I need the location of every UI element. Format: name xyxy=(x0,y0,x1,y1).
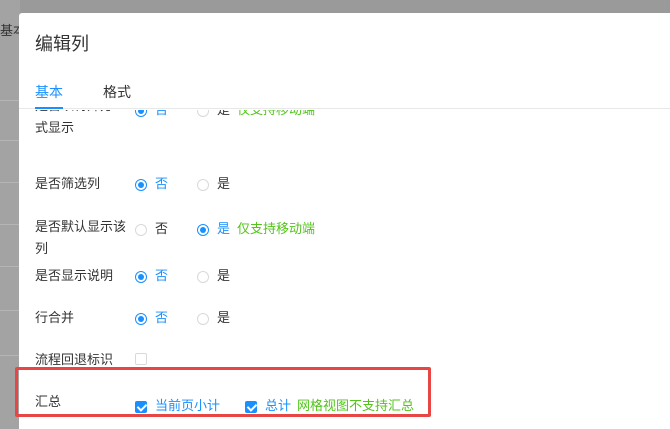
radio-option-yes[interactable]: 是 xyxy=(197,310,230,328)
form-row-mobile-display: 是否以特殊方 式显示 否 是 仅支持移动端 xyxy=(19,110,670,146)
radio-option-yes[interactable]: 是 xyxy=(197,268,230,286)
field-label: 是否筛选列 xyxy=(35,177,101,192)
checkbox[interactable] xyxy=(135,353,147,365)
mobile-only-hint: 仅支持移动端 xyxy=(237,222,316,237)
background-divider xyxy=(0,224,20,225)
background-strip xyxy=(0,0,20,429)
radio-option-no[interactable]: 否 xyxy=(135,110,168,120)
radio-button[interactable] xyxy=(197,179,209,191)
radio-button[interactable] xyxy=(135,313,147,325)
rollback-flag-checkbox[interactable] xyxy=(135,353,147,365)
active-tab-indicator xyxy=(35,107,63,109)
tab-basic[interactable]: 基本 xyxy=(35,82,63,102)
form-row-show-description: 是否显示说明 否 是 xyxy=(19,266,670,288)
radio-button[interactable] xyxy=(135,224,147,236)
field-label: 是否以特殊方 式显示 xyxy=(35,110,113,136)
radio-option-yes[interactable]: 是 xyxy=(197,176,230,194)
radio-button[interactable] xyxy=(197,110,209,117)
dialog-title: 编辑列 xyxy=(35,34,89,55)
tab-bar: 基本 格式 xyxy=(19,77,670,109)
radio-button[interactable] xyxy=(135,271,147,283)
field-label: 行合并 xyxy=(35,311,75,326)
background-divider xyxy=(0,182,20,183)
mobile-only-hint: 仅支持移动端 xyxy=(237,110,316,118)
radio-button[interactable] xyxy=(197,224,209,236)
background-divider xyxy=(0,310,20,311)
form-row-filter: 是否筛选列 否 是 xyxy=(19,174,670,196)
radio-option-no[interactable]: 否 xyxy=(135,268,168,286)
radio-option-yes[interactable]: 是 xyxy=(197,221,230,239)
field-label: 是否显示说明 xyxy=(35,269,114,284)
radio-button[interactable] xyxy=(197,313,209,325)
radio-button[interactable] xyxy=(135,179,147,191)
background-divider xyxy=(0,140,20,141)
radio-option-yes[interactable]: 是 xyxy=(197,110,230,120)
radio-option-no[interactable]: 否 xyxy=(135,176,168,194)
background-divider xyxy=(0,100,20,101)
radio-option-no[interactable]: 否 xyxy=(135,310,168,328)
background-divider xyxy=(0,355,20,356)
highlight-annotation-box xyxy=(15,367,431,417)
form-row-row-merge: 行合并 否 是 xyxy=(19,308,670,330)
radio-button[interactable] xyxy=(135,110,147,117)
tab-format[interactable]: 格式 xyxy=(103,82,131,102)
radio-button[interactable] xyxy=(197,271,209,283)
radio-option-no[interactable]: 否 xyxy=(135,221,168,239)
form-row-default-show: 是否默认显示该 列 否 是 仅支持移动端 xyxy=(19,217,670,265)
field-label: 是否默认显示该 列 xyxy=(35,220,127,257)
background-divider xyxy=(0,266,20,267)
